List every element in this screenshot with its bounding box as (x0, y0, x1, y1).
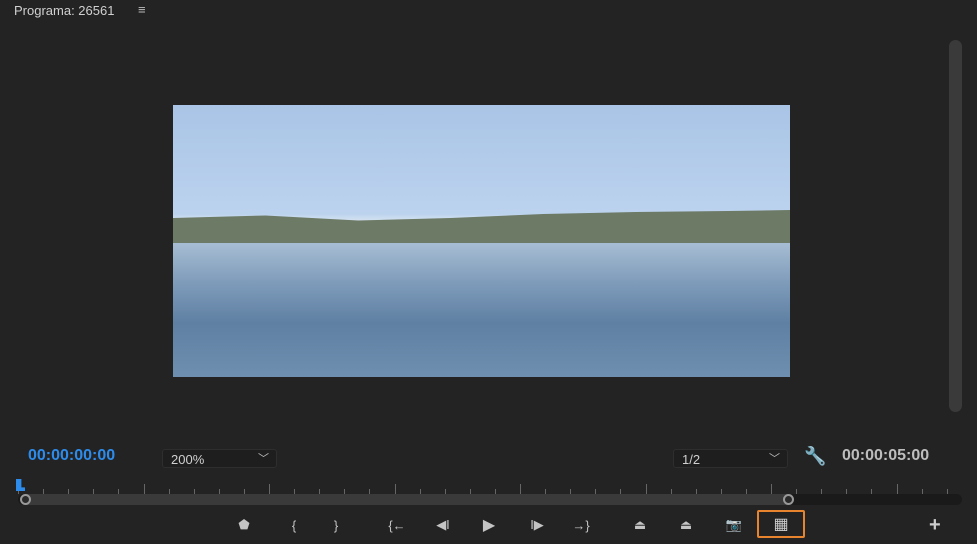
range-end-handle[interactable] (783, 494, 794, 505)
zoom-scrollbar-range[interactable] (25, 494, 789, 505)
go-to-out-icon: →} (572, 517, 590, 533)
time-ruler[interactable] (18, 480, 962, 494)
comparison-view-icon: ▦ (773, 516, 789, 533)
panel-title: Programa: 26561 (14, 3, 115, 18)
current-timecode[interactable]: 00:00:00:00 (28, 447, 115, 465)
hamburger-icon[interactable]: ≡ (138, 2, 146, 17)
add-marker-button[interactable]: ⬟ (231, 514, 257, 536)
play-icon: ▶ (482, 517, 496, 534)
ruler-tick (520, 484, 521, 494)
video-water (173, 243, 790, 377)
go-to-out-button[interactable]: →} (568, 514, 594, 536)
zoom-level-dropdown[interactable]: 200% ﹀ (162, 449, 277, 468)
lift-button[interactable]: ⏏ (627, 514, 653, 536)
mark-out-icon: } (333, 517, 339, 533)
comparison-view-button[interactable]: ▦ (757, 510, 805, 538)
duration-timecode: 00:00:05:00 (842, 447, 930, 464)
step-back-icon: ◀I (436, 517, 450, 532)
ruler-tick (269, 484, 270, 494)
step-forward-icon: I▶ (530, 517, 544, 532)
export-frame-button[interactable]: 📷 (721, 514, 747, 536)
video-preview (173, 105, 790, 377)
go-to-in-icon: {← (388, 517, 406, 533)
ruler-tick (771, 484, 772, 494)
step-back-button[interactable]: ◀I (430, 514, 456, 536)
resolution-value: 1/2 (682, 452, 701, 467)
lift-icon: ⏏ (633, 517, 647, 532)
marker-icon: ⬟ (238, 517, 250, 532)
wrench-icon[interactable]: 🔧 (804, 446, 826, 467)
ruler-tick (143, 484, 145, 494)
ruler-tick (896, 484, 898, 494)
camera-icon: 📷 (725, 517, 743, 532)
go-to-in-button[interactable]: {← (384, 514, 410, 536)
chevron-down-icon: ﹀ (769, 453, 780, 465)
mark-out-button[interactable]: } (323, 514, 349, 536)
mark-in-icon: { (291, 517, 297, 533)
mark-in-button[interactable]: { (281, 514, 307, 536)
step-forward-button[interactable]: I▶ (524, 514, 550, 536)
ruler-tick (394, 484, 396, 494)
chevron-down-icon: ﹀ (258, 453, 269, 465)
play-button[interactable]: ▶ (476, 514, 502, 536)
range-start-handle[interactable] (20, 494, 31, 505)
vertical-scrollbar[interactable] (949, 40, 962, 412)
button-editor-plus-icon[interactable]: + (929, 514, 941, 537)
extract-button[interactable]: ⏏ (673, 514, 699, 536)
ruler-tick (645, 484, 647, 494)
extract-icon: ⏏ (679, 517, 693, 532)
zoom-level-value: 200% (171, 452, 205, 467)
playback-resolution-dropdown[interactable]: 1/2 ﹀ (673, 449, 788, 468)
